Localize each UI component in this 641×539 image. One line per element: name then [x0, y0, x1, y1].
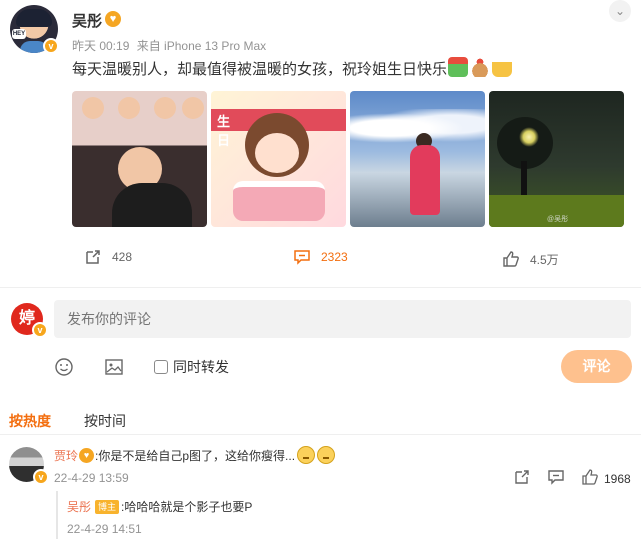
- post-time[interactable]: 昨天 00:19: [72, 39, 129, 53]
- avatar-hat: [16, 9, 52, 27]
- comment-actions: 1968: [513, 468, 638, 488]
- photo-watermark: @吴彤: [547, 216, 569, 223]
- comment-sort-tabs: 按热度 按时间: [0, 410, 641, 430]
- night-tree-photo[interactable]: @吴彤: [489, 91, 624, 227]
- commenter-name[interactable]: 贾玲: [54, 447, 78, 464]
- comment-content: 贾玲 ♥ :你是不是给自己p图了，这给你瘦得...: [54, 446, 336, 464]
- comment-time: 22-4-29 13:59: [54, 471, 129, 485]
- gift-icon: [448, 57, 468, 77]
- collage-face: [82, 97, 104, 119]
- repost-checkbox-label: 同时转发: [173, 359, 229, 375]
- heart-crown-icon: ♥: [79, 447, 95, 463]
- post-text: 每天温暖别人，却最值得被温暖的女孩，祝玲姐生日快乐！: [72, 61, 463, 78]
- illustration-cake: [233, 181, 325, 221]
- image-icon[interactable]: [104, 357, 124, 377]
- post-meta: 昨天 00:19 来自 iPhone 13 Pro Max: [72, 37, 270, 54]
- beer-icon: [492, 57, 512, 77]
- post-emojis: [448, 57, 512, 77]
- collage-shirt: [112, 183, 192, 227]
- lamp-glow: [519, 127, 539, 147]
- repost-icon: [86, 250, 100, 264]
- group-collage-photo[interactable]: [72, 91, 207, 227]
- sort-divider: [0, 434, 641, 435]
- checkbox-square[interactable]: [154, 360, 168, 374]
- thumbs-up-icon: [503, 251, 519, 267]
- post-actions: 428 2323 4.5万: [0, 246, 641, 270]
- verified-badge-icon: v: [43, 38, 59, 54]
- tree-trunk: [521, 161, 527, 195]
- compose-toolbar: 同时转发: [0, 353, 641, 381]
- thinking-face-icon: [297, 446, 316, 464]
- birthday-illustration-photo[interactable]: 生日: [211, 91, 346, 227]
- reply-author-name[interactable]: 吴彤: [67, 498, 91, 515]
- post-photos: 生日 @吴彤: [72, 91, 624, 227]
- section-divider: [0, 287, 641, 288]
- repost-count: 428: [112, 250, 133, 264]
- comment-like-count: 1968: [604, 472, 631, 486]
- cake-icon: [470, 57, 490, 77]
- birthday-banner-text: 生日: [217, 114, 231, 148]
- like-count: 4.5万: [530, 252, 559, 267]
- collage-face: [154, 97, 176, 119]
- author-tag-badge: 博主: [95, 499, 120, 514]
- reply-time: 22-4-29 14:51: [67, 522, 142, 536]
- like-button[interactable]: 4.5万: [502, 250, 559, 268]
- illustration-face: [255, 133, 299, 173]
- verified-badge-icon: v: [33, 469, 49, 485]
- verified-badge-icon: v: [32, 322, 48, 338]
- thumbs-up-icon[interactable]: [581, 468, 599, 486]
- comment-text: :你是不是给自己p图了，这给你瘦得...: [95, 448, 296, 463]
- comment-button[interactable]: 2323: [293, 248, 348, 266]
- collage-face: [118, 97, 140, 119]
- emoji-icon[interactable]: [54, 357, 74, 377]
- tab-sort-hot[interactable]: 按热度: [9, 411, 51, 431]
- avatar-hey-tag: HEY: [12, 29, 26, 39]
- repost-checkbox[interactable]: 同时转发: [154, 357, 229, 377]
- submit-comment-button[interactable]: 评论: [561, 350, 632, 383]
- tab-sort-time[interactable]: 按时间: [84, 411, 126, 431]
- post-author-name[interactable]: 吴彤: [72, 10, 102, 31]
- comment-count: 2323: [321, 250, 348, 264]
- collage-face: [182, 97, 204, 119]
- chevron-down-icon[interactable]: ⌄: [609, 0, 631, 22]
- person-figure: [410, 145, 440, 215]
- comment-icon: [294, 250, 310, 265]
- reply-icon[interactable]: [547, 468, 565, 486]
- repost-icon[interactable]: [513, 468, 531, 486]
- repost-button[interactable]: 428: [84, 248, 132, 266]
- reply-text: :哈哈哈就是个影子也要P: [121, 500, 253, 514]
- mountain-sky-photo[interactable]: [350, 91, 485, 227]
- reply-content: 吴彤 博主 :哈哈哈就是个影子也要P: [67, 498, 252, 515]
- post-source: 来自 iPhone 13 Pro Max: [136, 39, 267, 53]
- thinking-face-icon: [317, 446, 336, 464]
- heart-crown-icon: ♥: [105, 11, 121, 27]
- comment-reply: 吴彤 博主 :哈哈哈就是个影子也要P 22-4-29 14:51: [56, 491, 636, 539]
- comment-input[interactable]: [54, 300, 631, 338]
